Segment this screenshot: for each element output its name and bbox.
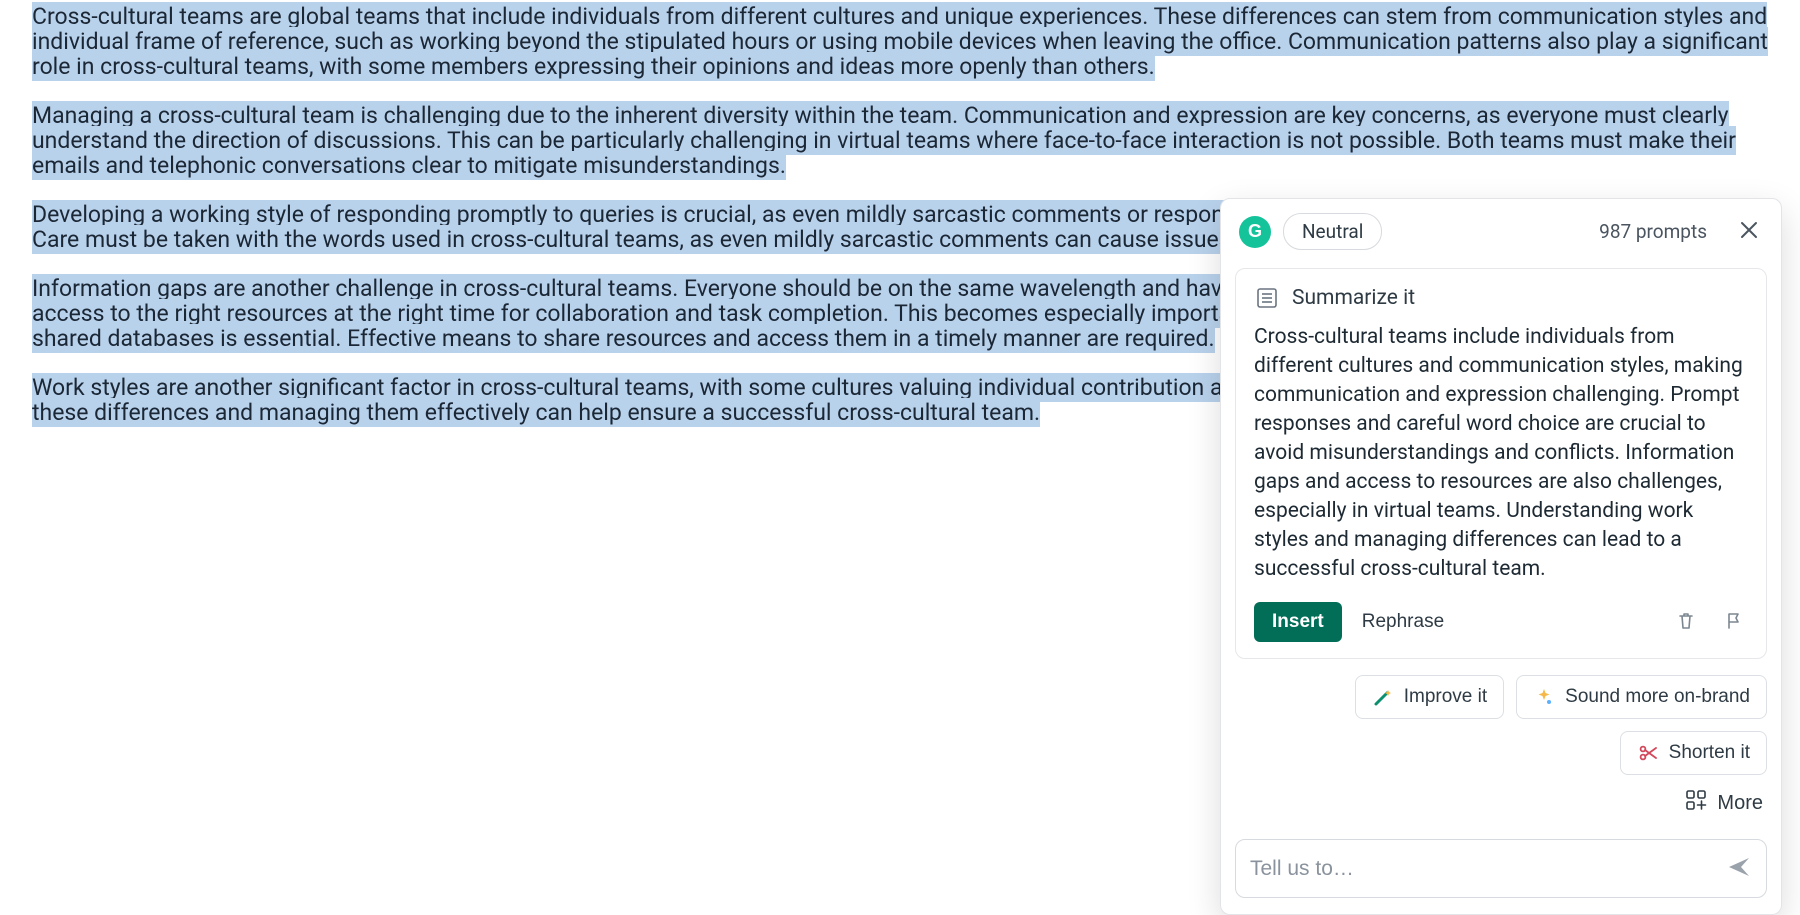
onbrand-chip[interactable]: Sound more on-brand (1516, 675, 1767, 719)
send-icon (1726, 868, 1752, 883)
card-title-row: Summarize it (1254, 285, 1748, 311)
scissors-icon (1637, 742, 1659, 764)
more-label: More (1717, 792, 1763, 815)
more-button[interactable]: More (1685, 789, 1763, 817)
insert-button[interactable]: Insert (1254, 602, 1342, 642)
grammarly-logo-icon: G (1239, 216, 1271, 248)
suggestion-chip-row: Improve it Sound more on-brand Shorten i… (1235, 675, 1767, 775)
wand-icon (1372, 686, 1394, 708)
close-icon (1740, 219, 1758, 245)
flag-icon (1724, 611, 1744, 634)
delete-button[interactable] (1672, 608, 1700, 636)
tone-chip[interactable]: Neutral (1283, 213, 1382, 250)
shorten-chip[interactable]: Shorten it (1620, 731, 1767, 775)
card-actions: Insert Rephrase (1254, 602, 1748, 642)
article-paragraph: Managing a cross-cultural team is challe… (32, 103, 1772, 178)
flag-button[interactable] (1720, 608, 1748, 636)
sparkle-icon (1533, 686, 1555, 708)
prompts-remaining: 987 prompts (1599, 220, 1707, 243)
close-button[interactable] (1735, 218, 1763, 246)
panel-header: G Neutral 987 prompts (1221, 199, 1781, 262)
highlighted-text: Cross-cultural teams are global teams th… (32, 2, 1768, 81)
highlighted-text: Managing a cross-cultural team is challe… (32, 101, 1736, 180)
prompt-input[interactable] (1250, 857, 1726, 881)
send-button[interactable] (1726, 854, 1752, 883)
trash-icon (1676, 611, 1696, 634)
grid-add-icon (1685, 789, 1707, 817)
chip-label: Sound more on-brand (1565, 686, 1750, 708)
list-icon (1254, 285, 1280, 311)
prompt-input-box[interactable] (1235, 839, 1767, 898)
card-title: Summarize it (1292, 286, 1415, 310)
improve-chip[interactable]: Improve it (1355, 675, 1504, 719)
article-paragraph: Cross-cultural teams are global teams th… (32, 4, 1772, 79)
assistant-panel: G Neutral 987 prompts Summarize it Cross… (1220, 198, 1782, 915)
chip-label: Shorten it (1669, 742, 1750, 764)
rephrase-button[interactable]: Rephrase (1362, 611, 1444, 633)
summary-card: Summarize it Cross-cultural teams includ… (1235, 268, 1767, 659)
summary-text: Cross-cultural teams include individuals… (1254, 323, 1748, 584)
chip-label: Improve it (1404, 686, 1487, 708)
